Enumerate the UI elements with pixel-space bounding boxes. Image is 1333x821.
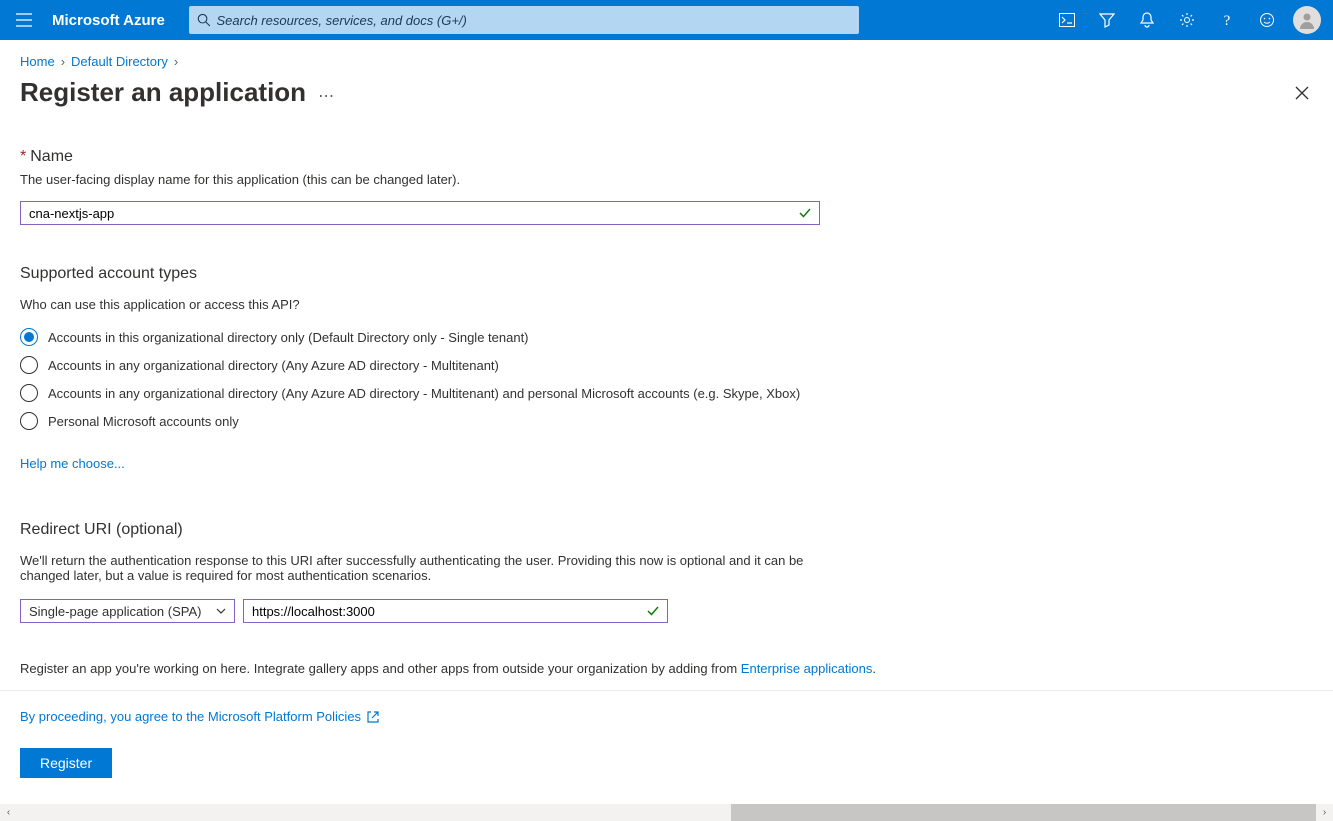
platform-dropdown[interactable]: Single-page application (SPA) — [20, 599, 235, 623]
radio-label: Accounts in any organizational directory… — [48, 386, 800, 401]
chevron-right-icon: › — [174, 54, 178, 69]
platform-selected: Single-page application (SPA) — [29, 604, 201, 619]
radio-label: Personal Microsoft accounts only — [48, 414, 239, 429]
svg-text:?: ? — [1224, 13, 1231, 28]
account-types-title: Supported account types — [20, 265, 1313, 283]
checkmark-icon — [646, 604, 660, 618]
gear-icon — [1179, 12, 1195, 28]
checkmark-icon — [798, 206, 812, 220]
account-type-radio-multitenant[interactable]: Accounts in any organizational directory… — [20, 356, 1313, 374]
enterprise-apps-link[interactable]: Enterprise applications — [741, 661, 873, 676]
bell-icon — [1140, 12, 1154, 28]
hamburger-icon — [16, 13, 32, 27]
app-name-input[interactable] — [20, 201, 820, 225]
close-icon — [1295, 86, 1309, 100]
cloud-shell-button[interactable] — [1047, 0, 1087, 40]
account-type-radio-single-tenant[interactable]: Accounts in this organizational director… — [20, 328, 1313, 346]
person-icon — [1297, 10, 1317, 30]
scroll-left-arrow[interactable]: ‹ — [0, 804, 17, 821]
hamburger-menu-button[interactable] — [0, 0, 48, 40]
account-types-desc: Who can use this application or access t… — [20, 297, 1313, 312]
footer-note: Register an app you're working on here. … — [20, 661, 1313, 676]
platform-policies-link[interactable]: By proceeding, you agree to the Microsof… — [20, 709, 1313, 724]
filter-icon — [1099, 12, 1115, 28]
radio-icon — [20, 356, 38, 374]
top-nav-bar: Microsoft Azure ? — [0, 0, 1333, 40]
account-type-radio-personal[interactable]: Personal Microsoft accounts only — [20, 412, 1313, 430]
register-button[interactable]: Register — [20, 748, 112, 778]
cloud-shell-icon — [1059, 13, 1075, 27]
search-input[interactable] — [211, 13, 851, 28]
radio-icon — [20, 412, 38, 430]
search-icon — [197, 13, 211, 27]
scrollbar-thumb[interactable] — [731, 804, 1316, 821]
settings-button[interactable] — [1167, 0, 1207, 40]
scroll-right-arrow[interactable]: › — [1316, 804, 1333, 821]
radio-label: Accounts in any organizational directory… — [48, 358, 499, 373]
chevron-down-icon — [216, 608, 226, 614]
name-field-desc: The user-facing display name for this ap… — [20, 172, 1313, 187]
horizontal-scrollbar[interactable]: ‹ › — [0, 804, 1333, 821]
radio-icon — [20, 384, 38, 402]
external-link-icon — [367, 711, 379, 723]
directory-filter-button[interactable] — [1087, 0, 1127, 40]
close-button[interactable] — [1291, 82, 1313, 104]
account-type-radio-multitenant-personal[interactable]: Accounts in any organizational directory… — [20, 384, 1313, 402]
breadcrumb-directory[interactable]: Default Directory — [71, 54, 168, 69]
name-field-label: *Name — [20, 148, 1313, 166]
global-search[interactable] — [189, 6, 859, 34]
redirect-uri-input[interactable] — [243, 599, 668, 623]
notifications-button[interactable] — [1127, 0, 1167, 40]
more-actions-button[interactable]: ⋯ — [318, 86, 335, 106]
radio-icon — [20, 328, 38, 346]
chevron-right-icon: › — [61, 54, 65, 69]
radio-label: Accounts in this organizational director… — [48, 330, 529, 345]
brand-label[interactable]: Microsoft Azure — [48, 12, 177, 29]
breadcrumb-home[interactable]: Home — [20, 54, 55, 69]
breadcrumb: Home › Default Directory › — [20, 54, 1313, 69]
user-avatar[interactable] — [1293, 6, 1321, 34]
help-me-choose-link[interactable]: Help me choose... — [20, 456, 125, 471]
help-button[interactable]: ? — [1207, 0, 1247, 40]
redirect-uri-title: Redirect URI (optional) — [20, 521, 1313, 539]
smiley-icon — [1259, 12, 1275, 28]
feedback-button[interactable] — [1247, 0, 1287, 40]
page-title: Register an application — [20, 77, 306, 108]
help-icon: ? — [1219, 12, 1235, 28]
redirect-uri-desc: We'll return the authentication response… — [20, 553, 820, 583]
